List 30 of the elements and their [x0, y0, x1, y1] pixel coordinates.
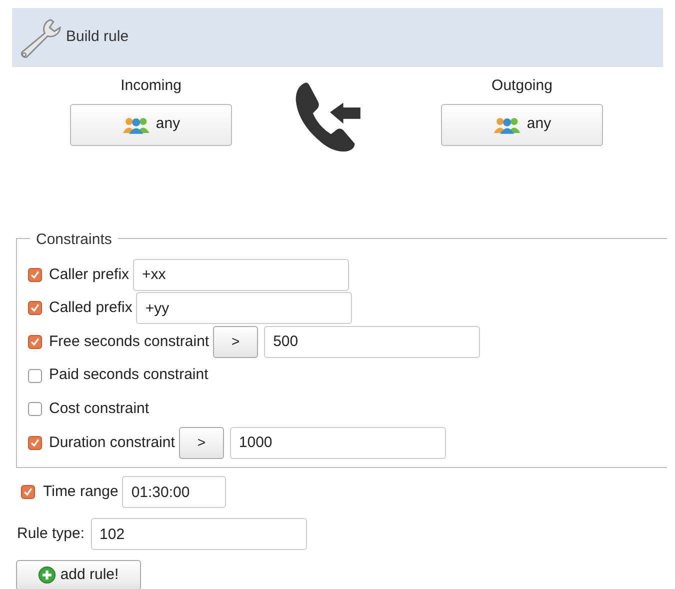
endpoint-label: Incoming	[120, 76, 182, 96]
checkbox[interactable]	[28, 301, 42, 316]
time-field[interactable]: 01:30:00	[122, 476, 226, 508]
prefix-field[interactable]: +xx	[133, 258, 350, 291]
rule-type-label: Rule type:	[17, 524, 85, 544]
rule-type-field[interactable]: 102	[90, 518, 307, 550]
constraint-label: Paid seconds constraint	[49, 365, 208, 386]
constraint-label: Free seconds constraint	[49, 332, 210, 352]
plus-icon	[38, 566, 56, 584]
constraint-label: Called prefix	[49, 298, 132, 318]
prefix-field[interactable]: +yy	[136, 292, 352, 324]
checkbox[interactable]	[28, 268, 42, 282]
operator-button[interactable]: >	[178, 426, 224, 459]
checkbox[interactable]	[28, 368, 42, 383]
constraint-label: Cost constraint	[49, 398, 150, 419]
value-field[interactable]: 500	[264, 326, 480, 358]
any-button[interactable]: any	[70, 104, 232, 146]
constraint-label: Caller prefix	[49, 264, 130, 285]
add-rule-button[interactable]: add rule!	[16, 560, 141, 589]
checkbox[interactable]	[21, 485, 35, 499]
checkbox[interactable]	[28, 402, 42, 416]
operator-button[interactable]: >	[213, 326, 258, 358]
checkbox[interactable]	[28, 334, 42, 349]
header-title: Build rule	[66, 27, 129, 48]
endpoint-label: Outgoing	[492, 76, 552, 96]
constraint-label: Duration constraint	[49, 432, 175, 453]
checkbox[interactable]	[28, 436, 42, 450]
value-field[interactable]: 1000	[230, 426, 446, 459]
any-button[interactable]: any	[441, 104, 603, 146]
time-range-label: Time range	[43, 482, 118, 502]
